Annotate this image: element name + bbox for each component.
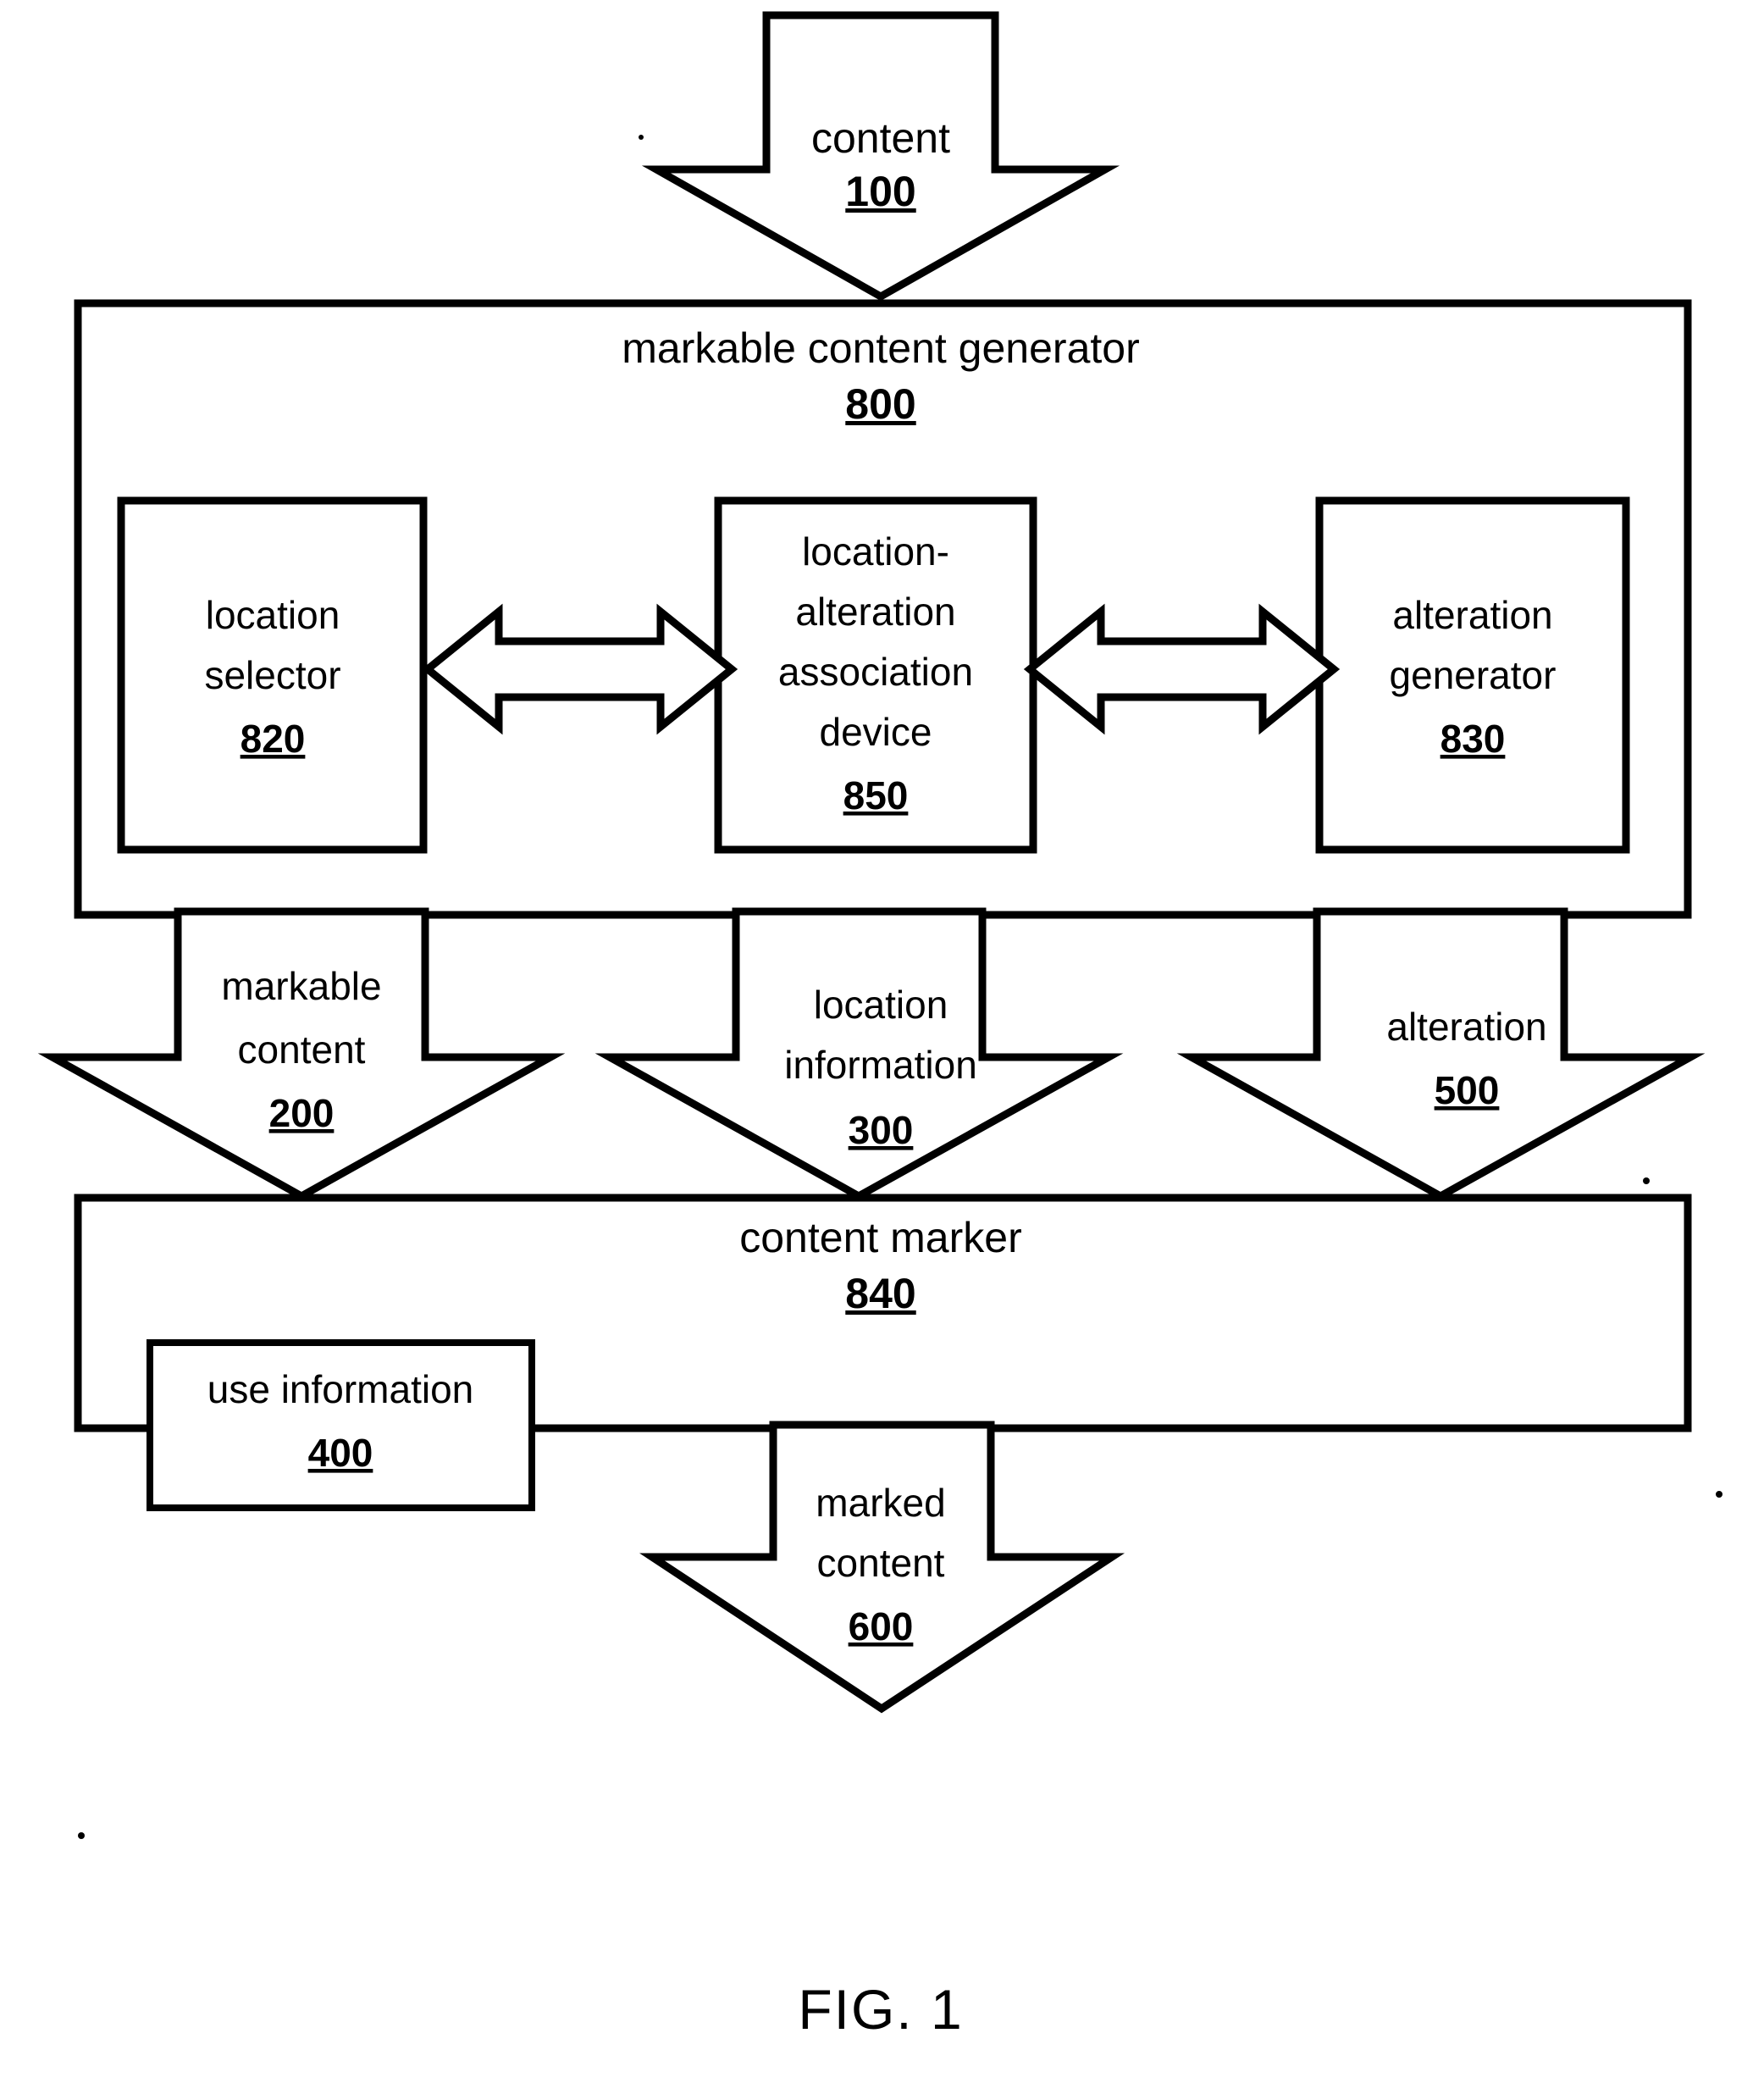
location-selector-label-line2: selector	[204, 653, 340, 697]
association-device-label-line1: location-	[802, 529, 949, 573]
alteration-output-ref: 500	[1435, 1068, 1500, 1112]
markable-content-label-line2: content	[238, 1028, 366, 1072]
patent-figure-canvas: content 100 markable content generator 8…	[37, 11, 1723, 2041]
markable-content-ref: 200	[269, 1091, 335, 1135]
scan-speck	[1643, 1177, 1650, 1184]
scan-speck	[1716, 1491, 1723, 1498]
alteration-generator-ref: 830	[1441, 717, 1506, 761]
use-information-label: use information	[207, 1367, 474, 1411]
alteration-generator-label-line1: alteration	[1392, 593, 1552, 637]
location-information-label-line2: information	[784, 1043, 977, 1087]
location-information-ref: 300	[849, 1108, 914, 1152]
figure-caption: FIG. 1	[798, 1978, 963, 2041]
association-device-label-line2: alteration	[795, 590, 955, 634]
alteration-output-label: alteration	[1386, 1005, 1546, 1049]
markable-content-label-line1: markable	[221, 964, 381, 1008]
content-input-ref: 100	[845, 168, 915, 215]
markable-content-generator-ref: 800	[845, 380, 915, 428]
scan-speck	[639, 135, 644, 140]
alteration-output-arrow	[1176, 907, 1706, 1201]
marked-content-label-line2: content	[817, 1541, 945, 1585]
marked-content-label-line1: marked	[816, 1481, 945, 1525]
location-selector-label-line1: location	[206, 593, 340, 637]
association-device-label-line4: device	[820, 710, 932, 754]
alteration-generator-label-line2: generator	[1390, 653, 1557, 697]
scan-speck	[78, 1832, 85, 1839]
association-device-ref: 850	[843, 773, 909, 817]
marked-content-ref: 600	[849, 1604, 914, 1648]
markable-content-generator-label: markable content generator	[622, 324, 1139, 372]
content-input-label: content	[811, 114, 950, 162]
association-device-label-line3: association	[778, 650, 973, 694]
location-selector-ref: 820	[241, 717, 306, 761]
content-marker-ref: 840	[845, 1270, 915, 1317]
location-information-label-line1: location	[814, 983, 948, 1027]
use-information-ref: 400	[308, 1431, 373, 1475]
content-marker-label: content marker	[739, 1214, 1021, 1261]
